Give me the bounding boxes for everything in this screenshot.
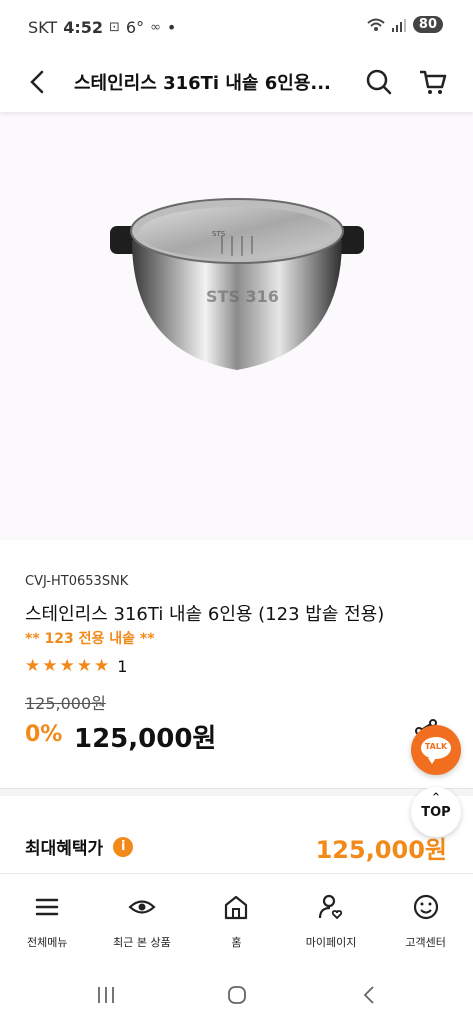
discount-rate: 0% <box>25 722 63 747</box>
chevron-up-icon: ⌃ <box>430 791 442 806</box>
user-heart-icon <box>318 894 343 920</box>
promo-text: ** 123 전용 내솥 ** <box>25 631 155 647</box>
nav-item-all-menu[interactable]: 전체메뉴 <box>0 874 95 965</box>
star-icon: ★ <box>59 656 75 676</box>
model-number: CVJ-HT0653SNK <box>25 574 129 589</box>
battery-indicator: 80 <box>412 16 443 33</box>
section-divider <box>0 788 473 796</box>
talk-label: TALK <box>424 742 448 751</box>
eye-icon <box>128 900 156 914</box>
nav-item-recent[interactable]: 최근 본 상품 <box>95 874 190 965</box>
svg-text:STS: STS <box>212 230 226 238</box>
nav-label: 전체메뉴 <box>27 936 68 949</box>
recent-apps-icon[interactable] <box>94 983 118 1007</box>
pot-engraving: STS 316 <box>206 287 279 306</box>
bottom-nav: 전체메뉴 최근 본 상품 홈 마이페이지 고객센터 <box>0 873 473 965</box>
status-right: 80 <box>367 16 443 33</box>
search-icon[interactable] <box>363 66 395 98</box>
page-title: 스테인리스 316Ti 내솥 6인용... <box>74 73 331 94</box>
carrier-label: SKT <box>28 18 58 37</box>
cart-icon[interactable] <box>417 66 449 98</box>
system-nav-bar <box>0 965 473 1024</box>
top-label: TOP <box>421 805 451 820</box>
product-image[interactable]: STS STS 316 <box>0 112 473 540</box>
status-bar: SKT 4:52 ⊡ 6° ∞ • 80 <box>0 0 473 56</box>
inner-pot-image: STS STS 316 <box>110 198 364 370</box>
review-count: 1 <box>117 656 128 676</box>
nav-item-home[interactable]: 홈 <box>189 874 284 965</box>
menu-icon <box>36 898 59 916</box>
home-button-icon[interactable] <box>225 983 249 1007</box>
nav-label: 마이페이지 <box>305 936 357 949</box>
nav-label: 홈 <box>231 936 242 949</box>
scroll-top-button[interactable]: ⌃ TOP <box>411 787 461 837</box>
nav-item-customer-center[interactable]: 고객센터 <box>378 874 473 965</box>
app-header: 스테인리스 316Ti 내솥 6인용... <box>0 56 473 112</box>
link-icon: ∞ <box>150 20 161 35</box>
home-icon <box>225 895 248 920</box>
max-benefit-text: 최대혜택가 <box>25 839 104 859</box>
original-price: 125,000원 <box>25 694 106 713</box>
info-icon[interactable]: i <box>113 836 134 857</box>
sale-price: 125,000원 <box>74 724 217 754</box>
screenshot-icon: ⊡ <box>108 20 120 35</box>
star-icon: ★ <box>76 656 92 676</box>
star-icon: ★ <box>42 656 58 676</box>
system-back-icon[interactable] <box>358 983 382 1007</box>
star-icon: ★ <box>25 656 41 676</box>
kakao-talk-button[interactable]: TALK <box>411 725 461 775</box>
product-name: 스테인리스 316Ti 내솥 6인용 (123 밥솥 전용) <box>25 604 385 625</box>
clock: 4:52 <box>63 18 103 37</box>
smile-icon <box>413 894 438 920</box>
max-benefit-label: 최대혜택가 i <box>25 834 134 859</box>
wifi-icon <box>367 18 385 31</box>
signal-icon <box>391 18 406 32</box>
star-icon: ★ <box>94 656 110 676</box>
nav-label: 최근 본 상품 <box>113 936 171 949</box>
back-arrow-icon[interactable] <box>22 66 54 98</box>
status-left: SKT 4:52 ⊡ 6° ∞ • <box>28 18 176 37</box>
nav-item-mypage[interactable]: 마이페이지 <box>284 874 379 965</box>
rating[interactable]: ★ ★ ★ ★ ★ 1 <box>25 656 127 676</box>
nav-label: 고객센터 <box>405 936 446 949</box>
status-extra: 6° <box>125 18 145 37</box>
status-dot: • <box>166 18 177 37</box>
